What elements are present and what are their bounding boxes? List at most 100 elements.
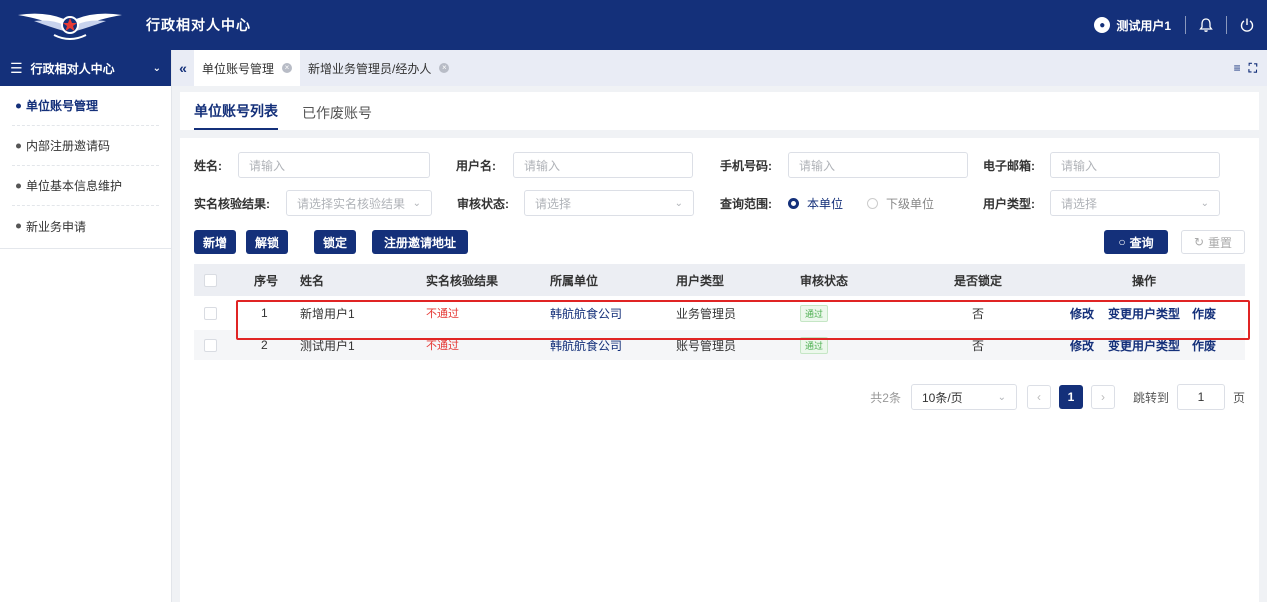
tab-account-management[interactable]: 单位账号管理 ×	[194, 50, 301, 86]
chevron-down-icon: ⌄	[1200, 197, 1209, 209]
close-icon[interactable]: ×	[282, 63, 293, 73]
placeholder: 请选择	[1061, 196, 1098, 211]
username-label: 用户名:	[456, 158, 496, 173]
collapse-sidebar-icon[interactable]: «	[172, 60, 194, 76]
table-header: 序号 姓名 实名核验结果 所属单位 用户类型 审核状态 是否锁定 操作	[194, 264, 1245, 296]
col-index: 序号	[254, 273, 279, 288]
top-header: 行政相对人中心 ● 测试用户1	[0, 0, 1267, 50]
col-unit: 所属单位	[550, 273, 599, 288]
scope-label: 查询范围:	[720, 196, 772, 211]
scope-radio-sub-unit[interactable]: 下级单位	[867, 195, 934, 212]
tab-voided-accounts[interactable]: 已作废账号	[302, 103, 372, 130]
radio-label: 本单位	[807, 196, 844, 211]
sidebar-item-invite-code[interactable]: 内部注册邀请码	[12, 126, 159, 166]
usertype-select[interactable]: 请选择 ⌄	[1050, 190, 1220, 216]
search-button-label: 查询	[1129, 235, 1154, 250]
tab-label: 单位账号管理	[202, 61, 275, 76]
tab-account-list[interactable]: 单位账号列表	[194, 101, 278, 130]
sidebar-header[interactable]: ☰ 行政相对人中心 ⌄	[0, 50, 171, 86]
user-icon: ●	[1094, 17, 1111, 33]
jump-page-input[interactable]: 1	[1176, 384, 1225, 410]
placeholder: 请输入	[524, 158, 561, 173]
tab-menu-icon[interactable]: ≡	[1234, 61, 1241, 75]
sidebar-item-label: 新业务申请	[26, 219, 87, 234]
scope-radio-this-unit[interactable]: 本单位	[788, 195, 843, 212]
placeholder: 请输入	[799, 158, 836, 173]
tab-label: 新增业务管理员/经办人	[308, 61, 432, 76]
page-suffix: 页	[1232, 390, 1245, 405]
username-input[interactable]: 请输入	[513, 152, 693, 178]
sidebar-item-label: 单位基本信息维护	[26, 179, 123, 193]
add-button[interactable]: 新增	[194, 230, 236, 254]
bell-icon[interactable]	[1186, 0, 1226, 50]
power-icon[interactable]	[1227, 0, 1267, 50]
verify-label: 实名核验结果:	[194, 196, 270, 211]
close-icon[interactable]: ×	[439, 63, 450, 73]
placeholder: 请选择实名核验结果	[297, 196, 406, 211]
row-checkbox[interactable]	[204, 306, 217, 320]
page-number-button[interactable]: 1	[1058, 385, 1083, 409]
sidebar: ☰ 行政相对人中心 ⌄ 单位账号管理 内部注册邀请码 单位基本信息维护 新业务申…	[0, 50, 172, 602]
placeholder: 请选择	[535, 196, 572, 211]
unlock-button[interactable]: 解锁	[246, 230, 288, 254]
radio-dot	[788, 197, 799, 209]
chevron-down-icon: ⌄	[412, 197, 421, 209]
sidebar-item-label: 单位账号管理	[26, 99, 99, 113]
tab-bar: « 单位账号管理 × 新增业务管理员/经办人 × ≡ ⛶	[172, 50, 1267, 86]
audit-select[interactable]: 请选择 ⌄	[524, 190, 694, 216]
row-checkbox[interactable]	[204, 338, 217, 352]
sidebar-item-account-management[interactable]: 单位账号管理	[12, 86, 159, 126]
reset-button-label: 重置	[1208, 235, 1233, 250]
chevron-down-icon: ⌄	[152, 62, 161, 74]
reset-button[interactable]: ↻ 重置	[1181, 230, 1245, 254]
search-icon: ○	[1118, 235, 1126, 249]
col-verify: 实名核验结果	[426, 273, 499, 288]
lock-button[interactable]: 锁定	[314, 230, 356, 254]
placeholder: 请输入	[1061, 158, 1098, 173]
user-menu[interactable]: ● 测试用户1	[1094, 17, 1185, 34]
sidebar-item-new-business[interactable]: 新业务申请	[12, 206, 159, 246]
email-input[interactable]: 请输入	[1050, 152, 1220, 178]
sidebar-title: 行政相对人中心	[30, 61, 115, 76]
sidebar-item-label: 内部注册邀请码	[26, 139, 111, 153]
page-size-value: 10条/页	[921, 390, 963, 405]
audit-label: 审核状态:	[457, 196, 509, 211]
usertype-label: 用户类型:	[983, 196, 1035, 211]
jump-label: 跳转到	[1132, 390, 1169, 405]
name-label: 姓名:	[194, 158, 222, 173]
radio-dot	[867, 197, 879, 209]
col-actions: 操作	[1132, 273, 1157, 288]
main-panel: 姓名: 请输入 用户名: 请输入 手机号码: 请输入 电子邮箱: 请输入 实名核…	[180, 138, 1259, 602]
col-locked: 是否锁定	[954, 273, 1003, 288]
col-name: 姓名	[300, 273, 325, 288]
sidebar-item-unit-info[interactable]: 单位基本信息维护	[12, 166, 159, 206]
prev-page-button[interactable]: ‹	[1026, 385, 1051, 409]
col-audit: 审核状态	[800, 273, 849, 288]
row-index: 2	[261, 338, 268, 352]
menu-icon: ☰	[10, 59, 23, 76]
page-size-select[interactable]: 10条/页 ⌄	[910, 384, 1017, 410]
col-usertype: 用户类型	[676, 273, 725, 288]
total-count: 共2条	[870, 390, 901, 405]
select-all-checkbox[interactable]	[204, 273, 217, 287]
pagination: 共2条 10条/页 ⌄ ‹ 1 › 跳转到 1 页	[870, 384, 1245, 410]
highlight-box	[236, 300, 1250, 340]
logo	[0, 0, 140, 50]
user-name: 测试用户1	[1116, 18, 1171, 33]
placeholder: 请输入	[249, 158, 286, 173]
chevron-down-icon: ⌄	[997, 391, 1006, 403]
verify-select[interactable]: 请选择实名核验结果 ⌄	[286, 190, 432, 216]
tab-add-manager[interactable]: 新增业务管理员/经办人 ×	[300, 50, 457, 86]
refresh-icon: ↻	[1193, 235, 1205, 249]
chevron-down-icon: ⌄	[674, 197, 683, 209]
list-tabs: 单位账号列表 已作废账号	[180, 92, 1259, 130]
name-input[interactable]: 请输入	[238, 152, 430, 178]
search-button[interactable]: ○ 查询	[1104, 230, 1168, 254]
radio-label: 下级单位	[886, 196, 935, 211]
next-page-button[interactable]: ›	[1090, 385, 1115, 409]
email-label: 电子邮箱:	[983, 158, 1035, 173]
fullscreen-icon[interactable]: ⛶	[1249, 61, 1257, 76]
invite-link-button[interactable]: 注册邀请地址	[372, 230, 468, 254]
phone-label: 手机号码:	[720, 158, 772, 173]
phone-input[interactable]: 请输入	[788, 152, 968, 178]
